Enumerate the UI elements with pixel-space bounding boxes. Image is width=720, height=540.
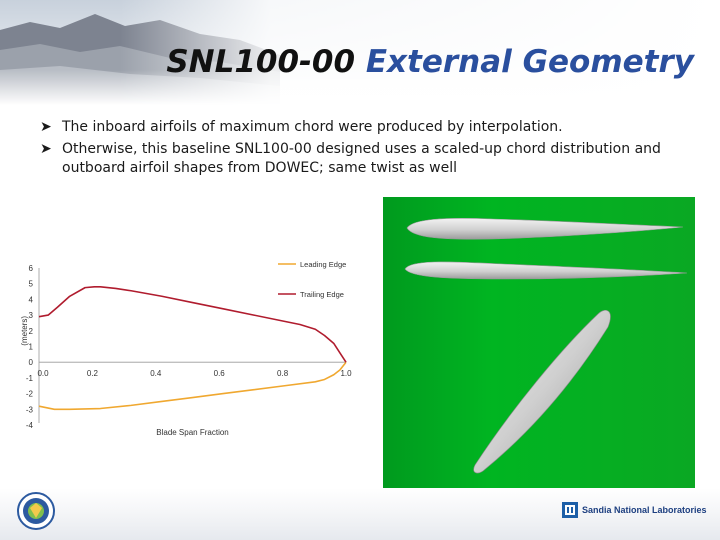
x-tick-label: 0.4 bbox=[150, 369, 162, 378]
blade-render-image bbox=[404, 218, 688, 474]
blade-isometric-view bbox=[473, 309, 611, 474]
x-tick-label: 0.8 bbox=[277, 369, 289, 378]
sandia-thunderbird-icon bbox=[562, 502, 578, 518]
legend-label: Leading Edge bbox=[300, 260, 346, 269]
y-axis-title: (meters) bbox=[20, 316, 29, 346]
bullet-item: ➤ The inboard airfoils of maximum chord … bbox=[40, 118, 700, 137]
chart-legend: Leading Edge Trailing Edge bbox=[278, 260, 346, 299]
blade-side-view bbox=[404, 261, 688, 280]
bullet-list: ➤ The inboard airfoils of maximum chord … bbox=[40, 118, 700, 181]
legend-label: Trailing Edge bbox=[300, 290, 344, 299]
y-tick-label: -1 bbox=[26, 374, 34, 383]
arrow-bullet-icon: ➤ bbox=[40, 119, 52, 135]
bullet-text: The inboard airfoils of maximum chord we… bbox=[62, 119, 563, 135]
x-axis-title: Blade Span Fraction bbox=[156, 428, 229, 437]
x-tick-label: 0.2 bbox=[87, 369, 99, 378]
chord-chart: -4 -3 -2 -1 0 1 2 3 4 5 6 0.0 0.2 0.4 0.6 0.8 1.0 Blade S… bbox=[20, 260, 352, 437]
y-tick-label: 2 bbox=[29, 327, 34, 336]
blade-top-view bbox=[406, 218, 684, 240]
y-tick-label: 3 bbox=[29, 311, 34, 320]
x-tick-label: 1.0 bbox=[340, 369, 352, 378]
y-tick-label: -3 bbox=[26, 405, 34, 414]
y-tick-label: 0 bbox=[29, 358, 34, 367]
chart-series bbox=[38, 286, 347, 411]
x-tick-label: 0.0 bbox=[37, 369, 49, 378]
y-tick-label: -4 bbox=[26, 421, 34, 430]
slide-title: SNL100-00 External Geometry bbox=[166, 44, 694, 80]
y-tick-label: 5 bbox=[29, 280, 34, 289]
x-tick-label: 0.6 bbox=[214, 369, 226, 378]
bullet-item: ➤ Otherwise, this baseline SNL100-00 des… bbox=[40, 140, 700, 178]
bullet-text: Otherwise, this baseline SNL100-00 desig… bbox=[62, 141, 661, 176]
series-line-leading-edge bbox=[38, 361, 347, 411]
y-tick-label: 1 bbox=[29, 343, 34, 352]
title-part-2: External Geometry bbox=[365, 44, 694, 80]
doe-seal-icon bbox=[16, 491, 56, 535]
y-tick-label: 4 bbox=[29, 295, 34, 304]
y-tick-label: 6 bbox=[29, 264, 34, 273]
sandia-logo-text: Sandia National Laboratories bbox=[582, 505, 707, 515]
arrow-bullet-icon: ➤ bbox=[40, 141, 52, 157]
y-tick-label: -2 bbox=[26, 390, 34, 399]
blade-render-panel bbox=[383, 197, 695, 495]
sandia-logo: Sandia National Laboratories bbox=[562, 502, 707, 518]
title-part-1: SNL100-00 bbox=[166, 44, 356, 80]
